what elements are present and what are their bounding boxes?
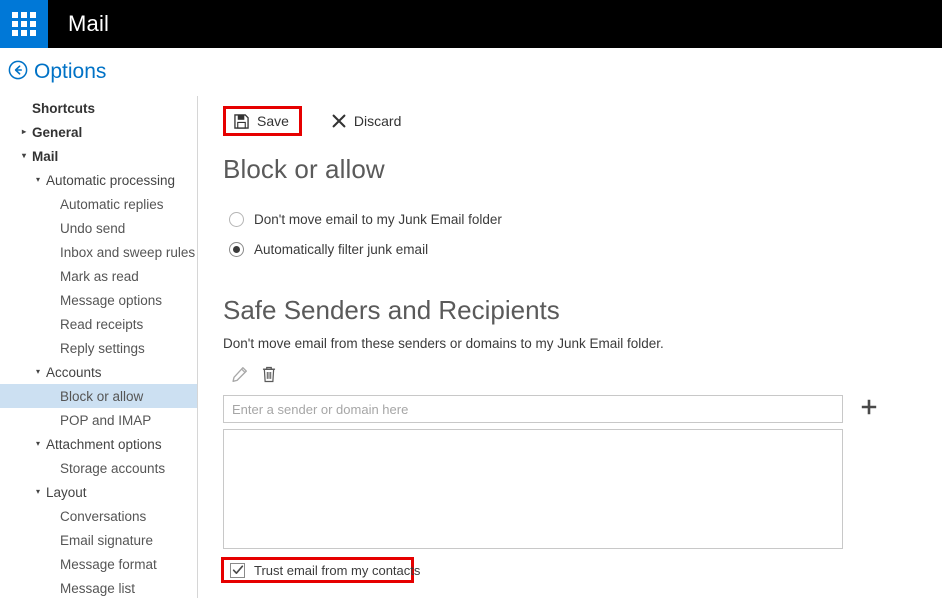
junk-email-radio-group[interactable]: Don't move email to my Junk Email folder… (199, 207, 942, 261)
chevron-down-icon: ▾ (36, 176, 40, 184)
sidebar-item-label: Mail (32, 149, 58, 164)
sidebar-item-label: Automatic replies (60, 197, 164, 212)
back-to-options-link[interactable]: Options (8, 60, 106, 85)
radio-label: Automatically filter junk email (254, 242, 428, 257)
save-label: Save (257, 114, 289, 128)
sidebar-item-label: Reply settings (60, 341, 145, 356)
app-title: Mail (68, 11, 109, 37)
sidebar-item-label: Layout (46, 485, 87, 500)
safe-senders-toolbar (231, 365, 942, 389)
discard-button[interactable]: Discard (332, 106, 401, 136)
sidebar-item-reply-settings[interactable]: Reply settings (0, 336, 197, 360)
command-bar: Save Discard (223, 104, 942, 138)
app-header: Mail (0, 0, 942, 48)
safe-senders-description: Don't move email from these senders or d… (223, 336, 942, 351)
sidebar-item-label: Conversations (60, 509, 146, 524)
sidebar-item-label: Storage accounts (60, 461, 165, 476)
trash-delete-icon (261, 366, 277, 388)
chevron-down-icon: ▾ (36, 368, 40, 376)
sidebar-item-label: Undo send (60, 221, 125, 236)
sidebar-item-label: Block or allow (60, 389, 143, 404)
safe-senders-title: Safe Senders and Recipients (223, 295, 942, 326)
pencil-edit-icon (231, 366, 248, 388)
sidebar-item-label: Message format (60, 557, 157, 572)
sidebar-item-undo-send[interactable]: Undo send (0, 216, 197, 240)
plus-add-icon (859, 397, 879, 422)
sidebar-item-email-signature[interactable]: Email signature (0, 528, 197, 552)
sidebar-item-label: Mark as read (60, 269, 139, 284)
sidebar-item-label: Email signature (60, 533, 153, 548)
radio-dont-move-email[interactable]: Don't move email to my Junk Email folder (229, 207, 942, 231)
settings-navigation-sidebar[interactable]: Shortcuts ▸ General ▾ Mail ▾ Automatic p… (0, 96, 198, 598)
chevron-right-icon: ▸ (22, 128, 26, 136)
edit-sender-button[interactable] (231, 365, 261, 389)
sidebar-item-label: General (32, 125, 82, 140)
sidebar-item-label: Attachment options (46, 437, 162, 452)
trust-contacts-label: Trust email from my contacts (254, 563, 420, 578)
floppy-disk-save-icon (234, 114, 249, 129)
sidebar-item-label: Read receipts (60, 317, 143, 332)
sidebar-item-shortcuts[interactable]: Shortcuts (0, 96, 197, 120)
sidebar-item-pop-and-imap[interactable]: POP and IMAP (0, 408, 197, 432)
chevron-down-icon: ▾ (36, 488, 40, 496)
x-close-icon (332, 114, 346, 128)
discard-label: Discard (354, 114, 401, 128)
sidebar-item-read-receipts[interactable]: Read receipts (0, 312, 197, 336)
sidebar-item-attachment-options[interactable]: ▾ Attachment options (0, 432, 197, 456)
radio-automatically-filter[interactable]: Automatically filter junk email (229, 237, 942, 261)
sender-entry-row (223, 395, 942, 423)
sidebar-item-block-or-allow[interactable]: Block or allow (0, 384, 197, 408)
sidebar-item-label: Message list (60, 581, 135, 596)
options-bar: Options (0, 48, 942, 96)
radio-selected-icon (229, 242, 244, 257)
sidebar-item-automatic-replies[interactable]: Automatic replies (0, 192, 197, 216)
sidebar-item-layout[interactable]: ▾ Layout (0, 480, 197, 504)
sidebar-item-label: Message options (60, 293, 162, 308)
settings-content-pane: Save Discard Block or allow Don't move e… (199, 96, 942, 598)
app-launcher-button[interactable] (0, 0, 48, 48)
sidebar-item-general[interactable]: ▸ General (0, 120, 197, 144)
radio-label: Don't move email to my Junk Email folder (254, 212, 502, 227)
checkmark-icon (230, 563, 245, 578)
sidebar-item-storage-accounts[interactable]: Storage accounts (0, 456, 197, 480)
sidebar-item-mail[interactable]: ▾ Mail (0, 144, 197, 168)
radio-unselected-icon (229, 212, 244, 227)
sidebar-item-mark-as-read[interactable]: Mark as read (0, 264, 197, 288)
sidebar-item-inbox-and-sweep-rules[interactable]: Inbox and sweep rules (0, 240, 197, 264)
chevron-down-icon: ▾ (36, 440, 40, 448)
delete-sender-button[interactable] (261, 365, 291, 389)
app-launcher-waffle-icon (12, 12, 36, 36)
sidebar-item-automatic-processing[interactable]: ▾ Automatic processing (0, 168, 197, 192)
sender-or-domain-input[interactable] (223, 395, 843, 423)
page-title: Block or allow (223, 154, 942, 185)
save-button[interactable]: Save (223, 106, 302, 136)
sidebar-item-label: POP and IMAP (60, 413, 151, 428)
sidebar-item-label: Shortcuts (32, 101, 95, 116)
options-label: Options (34, 60, 106, 84)
sidebar-item-conversations[interactable]: Conversations (0, 504, 197, 528)
sidebar-item-message-format[interactable]: Message format (0, 552, 197, 576)
sidebar-item-label: Accounts (46, 365, 102, 380)
sidebar-item-label: Automatic processing (46, 173, 175, 188)
circled-back-arrow-icon (8, 60, 28, 85)
add-sender-button[interactable] (857, 397, 881, 421)
sidebar-item-label: Inbox and sweep rules (60, 245, 195, 260)
sidebar-item-message-options[interactable]: Message options (0, 288, 197, 312)
chevron-down-icon: ▾ (22, 152, 26, 160)
trust-contacts-checkbox-row[interactable]: Trust email from my contacts (221, 557, 414, 583)
safe-senders-listbox[interactable] (223, 429, 843, 549)
sidebar-item-accounts[interactable]: ▾ Accounts (0, 360, 197, 384)
sidebar-item-message-list[interactable]: Message list (0, 576, 197, 598)
